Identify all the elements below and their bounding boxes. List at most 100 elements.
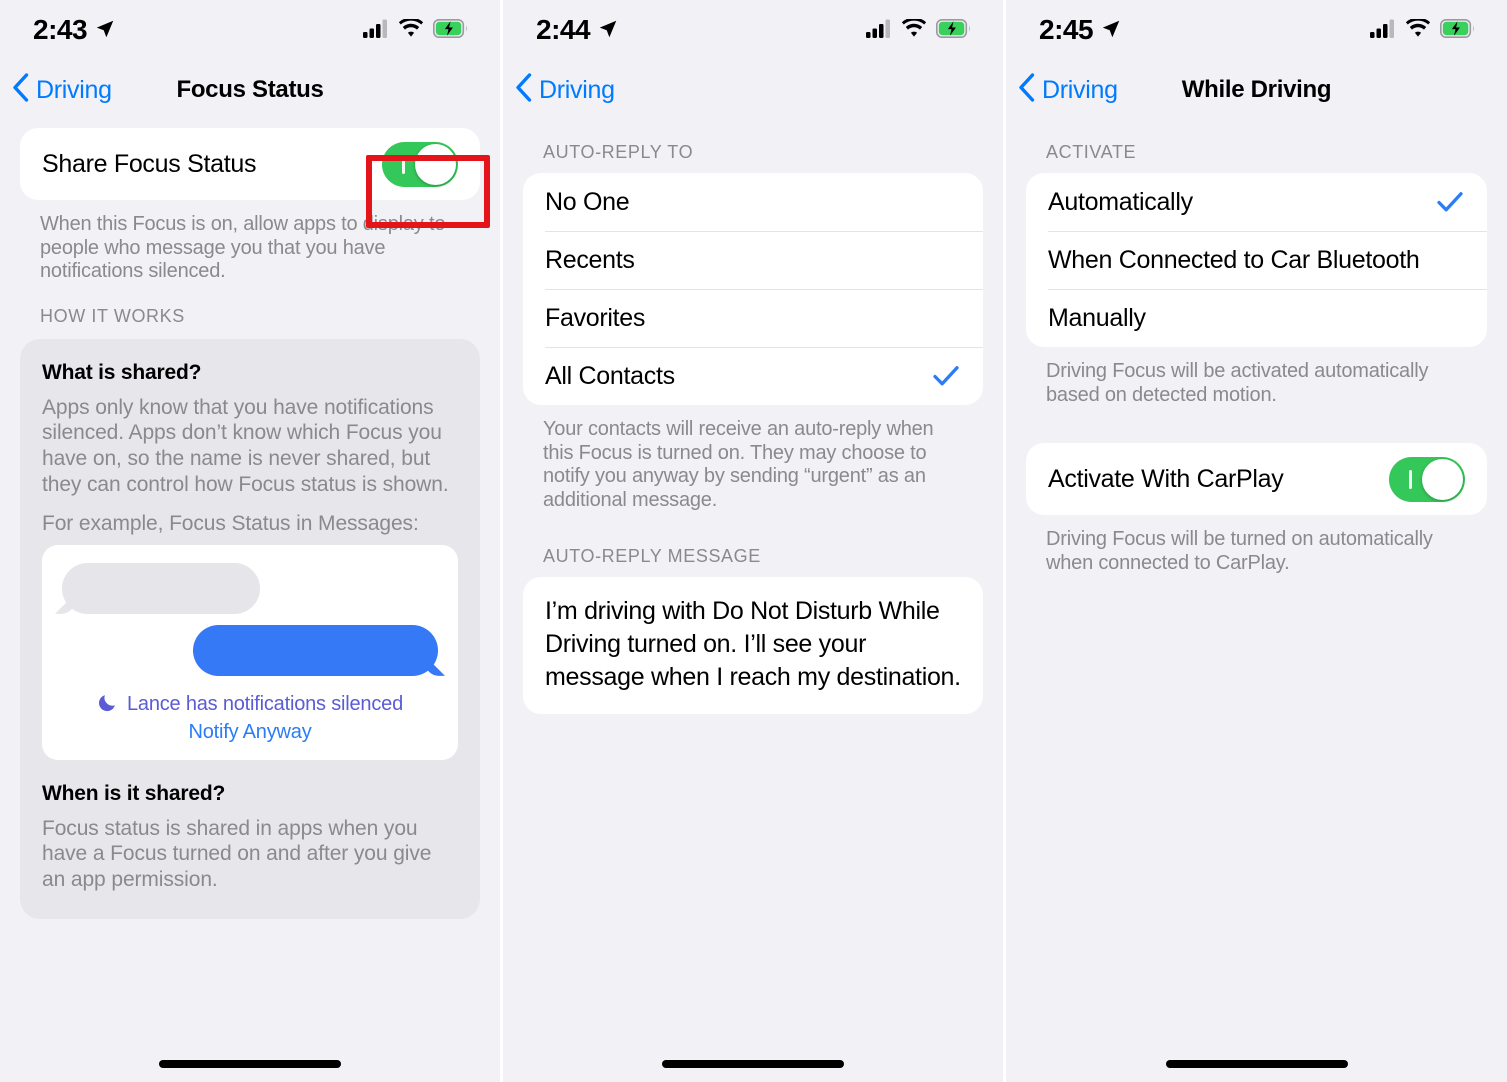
- option-row-no-one[interactable]: No One: [523, 173, 983, 231]
- what-is-shared-title: What is shared?: [42, 360, 202, 384]
- wifi-icon: [1405, 17, 1431, 43]
- activate-with-carplay-toggle[interactable]: [1389, 456, 1465, 502]
- battery-charging-icon: [1440, 19, 1475, 43]
- carplay-card: Activate With CarPlay: [1026, 443, 1487, 516]
- phone-screen-while-driving: 2:45 Driving While Driving ACTIVATE Auto…: [1006, 0, 1507, 1082]
- wifi-icon: [901, 17, 927, 43]
- toggle-knob: [1422, 458, 1463, 500]
- back-button[interactable]: Driving: [515, 73, 615, 107]
- back-button[interactable]: Driving: [12, 73, 112, 107]
- cellular-bars-icon: [363, 19, 389, 43]
- activate-options-card: Automatically When Connected to Car Blue…: [1026, 173, 1487, 347]
- status-bar-right: [1370, 17, 1475, 43]
- how-it-works-card: What is shared? Apps only know that you …: [20, 338, 480, 919]
- back-button-label: Driving: [36, 75, 112, 104]
- content-area: AUTO-REPLY TO No One Recents Favorites A…: [503, 118, 1003, 715]
- auto-reply-message-field[interactable]: I’m driving with Do Not Disturb While Dr…: [523, 577, 983, 715]
- what-is-shared-body: Apps only know that you have notificatio…: [42, 395, 449, 496]
- activate-with-carplay-row[interactable]: Activate With CarPlay: [1026, 443, 1487, 515]
- status-bar: 2:45: [1006, 0, 1507, 62]
- outgoing-bubble-row: [62, 624, 438, 676]
- option-row-automatically[interactable]: Automatically: [1026, 173, 1487, 231]
- how-it-works-header: HOW IT WORKS: [40, 305, 185, 326]
- when-is-it-shared-title: When is it shared?: [42, 781, 226, 805]
- notify-anyway-link[interactable]: Notify Anyway: [62, 721, 438, 744]
- auto-reply-message-value: I’m driving with Do Not Disturb While Dr…: [545, 597, 961, 692]
- auto-reply-to-header: AUTO-REPLY TO: [543, 142, 694, 162]
- status-bar-left: 2:45: [1039, 16, 1122, 46]
- nav-bar: Driving While Driving: [1006, 62, 1507, 118]
- clock-time: 2:45: [1039, 14, 1094, 45]
- incoming-bubble-row: [62, 562, 438, 614]
- wifi-icon: [398, 17, 424, 43]
- share-focus-status-card: Share Focus Status: [20, 128, 480, 200]
- home-indicator: [159, 1060, 341, 1068]
- content-area: ACTIVATE Automatically When Connected to…: [1006, 118, 1507, 575]
- activate-footnote: Driving Focus will be activated automati…: [1046, 360, 1429, 406]
- phone-screen-focus-status: 2:43 Driving Focus Status Share Focus St…: [0, 0, 500, 1082]
- option-row-manually[interactable]: Manually: [1026, 289, 1487, 347]
- cellular-bars-icon: [866, 19, 892, 43]
- notifications-silenced-text: Lance has notifications silenced: [126, 693, 403, 716]
- battery-charging-icon: [433, 19, 468, 43]
- three-phone-screenshots: 2:43 Driving Focus Status Share Focus St…: [0, 0, 1507, 1082]
- nav-bar: Driving Focus Status: [0, 62, 500, 118]
- option-row-recents[interactable]: Recents: [523, 231, 983, 289]
- clock-time: 2:43: [33, 14, 88, 45]
- cellular-bars-icon: [1370, 19, 1396, 43]
- status-bar: 2:43: [0, 0, 500, 62]
- notifications-silenced-line: Lance has notifications silenced: [62, 692, 438, 718]
- option-label: All Contacts: [545, 361, 675, 390]
- outgoing-message-bubble: [193, 624, 438, 676]
- chevron-left-icon: [1018, 73, 1035, 107]
- option-label: When Connected to Car Bluetooth: [1048, 245, 1420, 274]
- home-indicator: [662, 1060, 844, 1068]
- option-row-favorites[interactable]: Favorites: [523, 289, 983, 347]
- clock-time: 2:44: [536, 14, 591, 45]
- option-label: Recents: [545, 245, 635, 274]
- share-focus-status-row[interactable]: Share Focus Status: [20, 128, 480, 200]
- nav-bar: Driving: [503, 62, 1003, 118]
- location-arrow-icon: [94, 18, 116, 45]
- auto-reply-to-card: No One Recents Favorites All Contacts: [523, 173, 983, 405]
- chevron-left-icon: [12, 73, 29, 107]
- activate-header: ACTIVATE: [1046, 142, 1137, 162]
- share-focus-status-label: Share Focus Status: [42, 149, 257, 178]
- when-is-it-shared-body: Focus status is shared in apps when you …: [42, 816, 432, 892]
- location-arrow-icon: [597, 18, 619, 45]
- battery-charging-icon: [936, 19, 971, 43]
- auto-reply-to-footnote: Your contacts will receive an auto-reply…: [543, 418, 934, 511]
- toggle-on-mark: [402, 154, 405, 174]
- checkmark-icon: [931, 361, 961, 391]
- carplay-footnote: Driving Focus will be turned on automati…: [1046, 528, 1433, 574]
- activate-with-carplay-label: Activate With CarPlay: [1048, 464, 1284, 493]
- toggle-on-mark: [1409, 469, 1412, 489]
- option-label: Manually: [1048, 303, 1146, 332]
- incoming-message-bubble: [62, 562, 260, 614]
- back-button-label: Driving: [1042, 75, 1118, 104]
- option-label: Favorites: [545, 303, 646, 332]
- auto-reply-message-header: AUTO-REPLY MESSAGE: [543, 546, 761, 567]
- status-bar-right: [363, 17, 468, 43]
- share-focus-status-toggle[interactable]: [382, 141, 458, 187]
- status-bar-left: 2:44: [536, 16, 619, 46]
- option-label: Automatically: [1048, 187, 1193, 216]
- back-button-label: Driving: [539, 75, 615, 104]
- option-row-car-bluetooth[interactable]: When Connected to Car Bluetooth: [1026, 231, 1487, 289]
- status-bar-right: [866, 17, 971, 43]
- option-label: No One: [545, 187, 630, 216]
- content-area: Share Focus Status When this Focus is on…: [0, 128, 500, 919]
- location-arrow-icon: [1100, 18, 1122, 45]
- moon-icon: [97, 692, 118, 718]
- home-indicator: [1165, 1060, 1348, 1068]
- chevron-left-icon: [515, 73, 532, 107]
- what-is-shared-example: For example, Focus Status in Messages:: [42, 512, 419, 536]
- status-bar: 2:44: [503, 0, 1003, 62]
- back-button[interactable]: Driving: [1018, 73, 1118, 107]
- share-focus-status-footnote: When this Focus is on, allow apps to dis…: [40, 213, 446, 283]
- option-row-all-contacts[interactable]: All Contacts: [523, 347, 983, 405]
- status-bar-left: 2:43: [33, 16, 116, 46]
- checkmark-icon: [1435, 187, 1465, 217]
- toggle-knob: [415, 143, 456, 185]
- messages-example-preview: Lance has notifications silenced Notify …: [42, 544, 458, 760]
